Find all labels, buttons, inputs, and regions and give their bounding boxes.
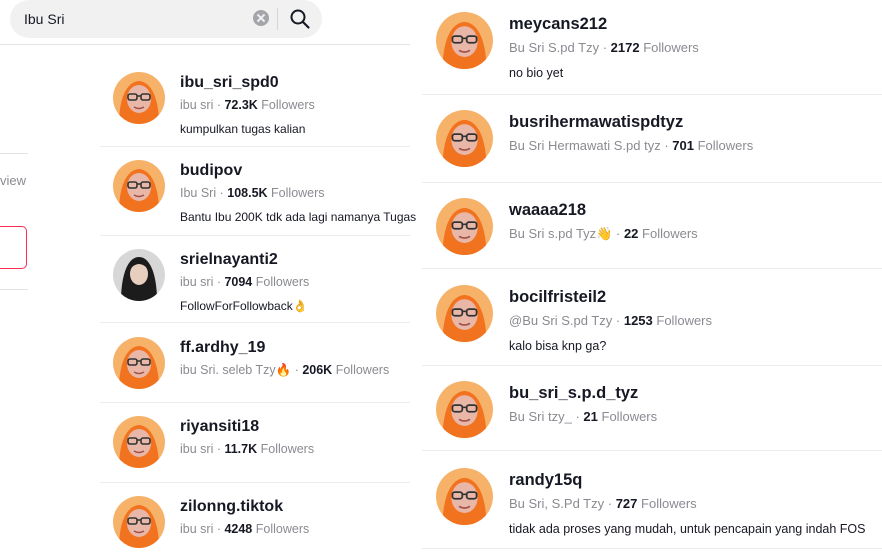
followers-label: Followers <box>261 98 315 112</box>
sidebar-partial-button[interactable] <box>0 226 27 269</box>
user-meta: Bu Sri S.pd Tzy · 2172 Followers <box>509 40 699 55</box>
avatar[interactable] <box>113 416 165 468</box>
avatar[interactable] <box>113 496 165 548</box>
follower-count: 108.5K <box>227 186 268 200</box>
search-bar[interactable]: Ibu Sri <box>10 0 322 38</box>
user-meta: Bu Sri Hermawati S.pd tyz · 701 Follower… <box>509 138 754 153</box>
row-divider <box>422 548 882 549</box>
sidebar-divider <box>0 289 28 290</box>
nickname: @Bu Sri S.pd Tzy <box>509 313 613 328</box>
nickname: Bu Sri tzy_ <box>509 409 572 424</box>
row-divider <box>422 365 882 366</box>
nickname: ibu sri <box>180 275 214 289</box>
followers-label: Followers <box>255 275 310 289</box>
nickname: Bu Sri s.pd Tyz👋 <box>509 226 613 241</box>
username[interactable]: randy15q <box>509 471 582 490</box>
followers-label: Followers <box>260 442 315 456</box>
row-divider <box>100 146 410 147</box>
avatar[interactable] <box>436 381 493 438</box>
nickname: ibu sri <box>180 442 214 456</box>
username[interactable]: srielnayanti2 <box>180 251 278 269</box>
followers-label: Followers <box>697 138 754 153</box>
follower-count: 22 <box>623 226 639 241</box>
user-meta: ibu sri · 11.7K Followers <box>180 442 315 456</box>
follower-count: 11.7K <box>224 442 258 456</box>
avatar[interactable] <box>436 468 493 525</box>
row-divider <box>100 235 410 236</box>
avatar[interactable] <box>436 12 493 69</box>
username[interactable]: riyansiti18 <box>180 418 259 436</box>
followers-label: Followers <box>271 186 325 200</box>
header-divider <box>0 44 410 45</box>
follower-count: 701 <box>672 138 694 153</box>
search-divider <box>277 8 278 30</box>
username[interactable]: ff.ardhy_19 <box>180 339 265 357</box>
avatar[interactable] <box>436 285 493 342</box>
user-meta: Ibu Sri · 108.5K Followers <box>180 186 325 200</box>
avatar[interactable] <box>113 160 165 212</box>
search-input[interactable]: Ibu Sri <box>24 11 64 27</box>
user-bio: tidak ada proses yang mudah, untuk penca… <box>509 522 866 536</box>
user-meta: ibu sri · 4248 Followers <box>180 522 310 536</box>
row-divider <box>422 450 882 451</box>
row-divider <box>100 482 410 483</box>
row-divider <box>422 182 882 183</box>
follower-count: 4248 <box>224 522 253 536</box>
row-divider <box>422 94 882 95</box>
avatar[interactable] <box>436 110 493 167</box>
sidebar-partial-label: view <box>0 173 27 188</box>
followers-label: Followers <box>641 496 697 511</box>
followers-label: Followers <box>656 313 713 328</box>
follower-count: 72.3K <box>224 98 258 112</box>
username[interactable]: bocilfristeil2 <box>509 288 606 307</box>
nickname: ibu sri <box>180 522 214 536</box>
follower-count: 206K <box>302 363 333 377</box>
avatar[interactable] <box>113 249 165 301</box>
follower-count: 7094 <box>224 275 253 289</box>
row-divider <box>100 322 410 323</box>
username[interactable]: budipov <box>180 162 242 180</box>
user-meta: @Bu Sri S.pd Tzy · 1253 Followers <box>509 313 713 328</box>
user-meta: Bu Sri tzy_ · 21 Followers <box>509 409 658 424</box>
followers-label: Followers <box>255 522 310 536</box>
clear-icon[interactable] <box>253 10 269 26</box>
nickname: Ibu Sri <box>180 186 217 200</box>
user-meta: ibu sri · 7094 Followers <box>180 275 310 289</box>
user-bio: kalo bisa knp ga? <box>509 339 607 353</box>
user-meta: Bu Sri s.pd Tyz👋 · 22 Followers <box>509 226 698 241</box>
followers-label: Followers <box>601 409 658 424</box>
username[interactable]: meycans212 <box>509 15 607 34</box>
nickname: Bu Sri, S.Pd Tzy <box>509 496 605 511</box>
avatar[interactable] <box>113 72 165 124</box>
follower-count: 21 <box>583 409 598 424</box>
user-bio: kumpulkan tugas kalian <box>180 122 306 136</box>
avatar[interactable] <box>113 337 165 389</box>
row-divider <box>422 268 882 269</box>
username[interactable]: bu_sri_s.p.d_tyz <box>509 384 638 403</box>
user-meta: Bu Sri, S.Pd Tzy · 727 Followers <box>509 496 697 511</box>
follower-count: 727 <box>615 496 638 511</box>
user-bio: FollowForFollowback👌 <box>180 299 308 313</box>
follower-count: 1253 <box>623 313 653 328</box>
username[interactable]: busrihermawatispdtyz <box>509 113 683 132</box>
followers-label: Followers <box>642 226 698 241</box>
user-bio: Bantu Ibu 200K tdk ada lagi namanya Tuga… <box>180 210 417 224</box>
row-divider <box>100 402 410 403</box>
avatar[interactable] <box>436 198 493 255</box>
nickname: ibu sri <box>180 98 214 112</box>
username[interactable]: waaaa218 <box>509 201 586 220</box>
followers-label: Followers <box>643 40 699 55</box>
user-meta: ibu Sri. seleb Tzy🔥 · 206K Followers <box>180 363 390 377</box>
nickname: ibu Sri. seleb Tzy🔥 <box>180 363 292 377</box>
user-meta: ibu sri · 72.3K Followers <box>180 98 315 112</box>
username[interactable]: zilonng.tiktok <box>180 498 283 516</box>
search-icon[interactable] <box>288 7 312 31</box>
nickname: Bu Sri S.pd Tzy <box>509 40 600 55</box>
user-bio: no bio yet <box>509 66 564 80</box>
followers-label: Followers <box>335 363 390 377</box>
sidebar-divider <box>0 153 28 154</box>
nickname: Bu Sri Hermawati S.pd tyz <box>509 138 661 153</box>
follower-count: 2172 <box>610 40 640 55</box>
username[interactable]: ibu_sri_spd0 <box>180 74 279 92</box>
